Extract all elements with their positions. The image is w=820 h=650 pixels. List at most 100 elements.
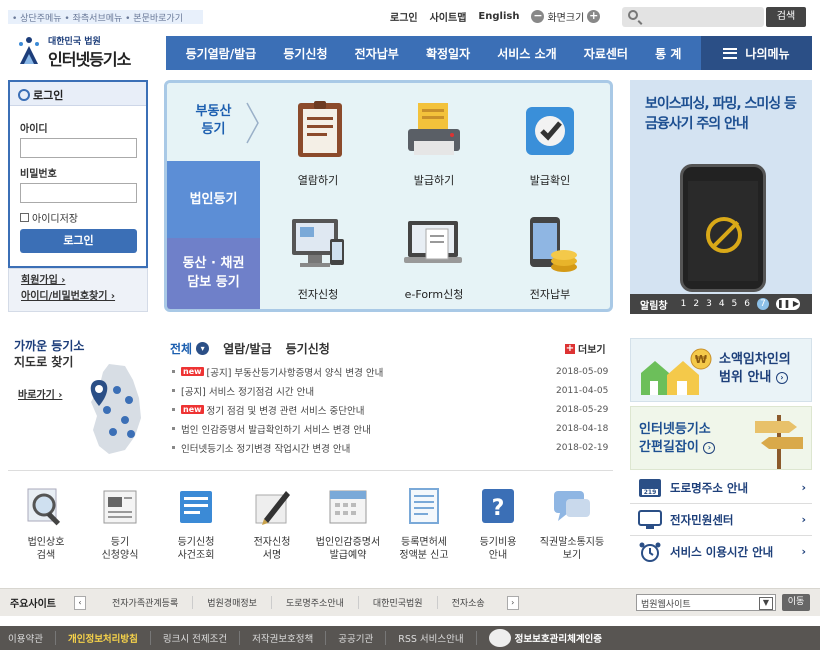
site-logo[interactable]: 대한민국 법원 인터넷등기소 [14,32,154,72]
quick-label-1: 등기비용 [479,537,517,548]
service-e-payment[interactable]: 전자납부 [495,213,605,302]
search-input[interactable] [622,7,764,27]
nav-item-statistics[interactable]: 통 계 [655,45,681,62]
notice-title[interactable]: [공지] 부동산등기사항증명서 양식 변경 안내 [207,365,556,379]
font-decrease-button[interactable]: − [531,10,545,23]
e-civil-center-label: 전자민원센터 [670,512,734,527]
tab-notice-filing[interactable]: 등기신청 [286,340,330,357]
quick-guide-banner[interactable]: 인터넷등기소 간편길잡이 › [630,406,812,470]
site-link[interactable]: 전자소송 [438,596,499,609]
quick-cancellation-notice[interactable]: 직권말소통지등 보기 [536,485,608,562]
notice-item[interactable]: [공지] 서비스 정기점검 시간 안내 2011-04-05 [170,381,610,400]
nav-item-registration[interactable]: 등기신청 [283,45,327,62]
notice-title[interactable]: 법인 인감증명서 발급확인하기 서비스 변경 안내 [181,422,556,436]
service-hours-link[interactable]: 서비스 이용시간 안내 › [630,536,812,568]
court-sites-select[interactable]: 법원웹사이트 [636,594,776,611]
tab-movable-line2: 담보 등기 [187,275,240,290]
service-issue[interactable]: 발급하기 [379,99,489,188]
footer-privacy-link[interactable]: 개인정보처리방침 [68,631,151,645]
site-link[interactable]: 도로명주소안내 [272,596,359,609]
quick-label-2: 발급예약 [329,550,367,561]
notice-more-link[interactable]: + 더보기 [565,341,606,356]
notice-item[interactable]: new [공지] 부동산등기사항증명서 양식 변경 안내 2018-05-09 [170,362,610,381]
road-address-link[interactable]: 219 도로명주소 안내 › [630,472,812,504]
util-login-link[interactable]: 로그인 [390,9,418,24]
site-link[interactable]: 전자가족관계등록 [98,596,194,609]
service-e-filing[interactable]: 전자신청 [263,213,373,302]
find-account-link[interactable]: 아이디/비밀번호찾기 › [21,289,135,305]
quick-e-signature[interactable]: 전자신청 서명 [236,485,308,562]
footer-link-policy[interactable]: 링크시 전제조건 [163,631,241,645]
quick-license-tax[interactable]: 등록면허세 정액분 신고 [388,485,460,562]
banner-page-6[interactable]: 6 [744,299,750,309]
nav-item-payment[interactable]: 전자납부 [355,45,399,62]
nav-item-resources[interactable]: 자료센터 [584,45,628,62]
tab-notice-view[interactable]: 열람/발급 [223,340,272,357]
pw-label: 비밀번호 [20,169,57,180]
service-e-payment-label: 전자납부 [529,288,571,301]
banner-page-7[interactable]: 7 [757,298,770,310]
notice-title[interactable]: 인터넷등기소 정기변경 작업시간 변경 안내 [181,441,556,455]
my-menu-button[interactable]: 나의메뉴 [701,36,812,70]
util-english-link[interactable]: English [478,11,519,22]
join-link[interactable]: 회원가입 › [21,273,135,289]
site-link[interactable]: 법원경매정보 [193,596,272,609]
nav-item-service-intro[interactable]: 서비스 소개 [497,45,556,62]
fraud-alert-banner[interactable]: 보이스피싱, 파밍, 스미싱 등 금융사기 주의 안내 알림창 1 2 3 4 … [630,80,812,314]
service-eform[interactable]: e-Form신청 [379,213,489,302]
e-civil-center-link[interactable]: 전자민원센터 › [630,504,812,536]
save-id-checkbox[interactable]: 아이디저장 [20,210,78,225]
isms-logo-icon [488,629,511,647]
banner-page-3[interactable]: 3 [706,299,712,309]
login-button[interactable]: 로그인 [20,229,137,253]
notice-item[interactable]: 인터넷등기소 정기변경 작업시간 변경 안내 2018-02-19 [170,438,610,457]
sites-prev-button[interactable]: ‹ [74,595,86,610]
service-view-label: 열람하기 [297,174,339,187]
site-go-button[interactable]: 이동 [782,594,810,611]
banner-page-5[interactable]: 5 [732,299,738,309]
map-go-link[interactable]: 바로가기 › [18,386,62,401]
skip-links[interactable]: • 상단주메뉴 • 좌측서브메뉴 • 본문바로가기 [8,10,203,24]
notice-item[interactable]: 법인 인감증명서 발급확인하기 서비스 변경 안내 2018-04-18 [170,419,610,438]
prohibited-icon [706,217,742,253]
quick-forms[interactable]: 등기 신청양식 [84,485,156,562]
util-sitemap-link[interactable]: 사이트맵 [430,9,467,24]
checkbox-box[interactable] [20,213,29,222]
password-field[interactable] [20,183,137,203]
quick-case-lookup[interactable]: 등기신청 사건조회 [160,485,232,562]
notice-date: 2018-04-18 [556,423,609,434]
quick-fee-guide[interactable]: ? 등기비용 안내 [462,485,534,562]
banner-page-2[interactable]: 2 [693,299,699,309]
notice-date: 2018-02-19 [556,442,609,453]
footer-terms-link[interactable]: 이용약관 [8,631,56,645]
bullet [172,427,175,430]
quick-seal-reservation[interactable]: 법인인감증명서 발급예약 [312,485,384,562]
site-link[interactable]: 대한민국법원 [359,596,438,609]
footer-rss-link[interactable]: RSS 서비스안내 [398,631,477,645]
notice-title[interactable]: [공지] 서비스 정기점검 시간 안내 [181,384,556,398]
service-view[interactable]: 열람하기 [263,99,373,188]
banner-page-4[interactable]: 4 [719,299,725,309]
quick-label-1: 법인상호 [27,537,65,548]
nav-item-view-issue[interactable]: 등기열람/발급 [186,45,257,62]
notice-title[interactable]: 정기 점검 및 변경 관련 서비스 중단안내 [207,403,556,417]
smartphone-image [680,164,766,292]
banner-page-1[interactable]: 1 [681,299,687,309]
id-field[interactable] [20,138,137,158]
tab-corporate[interactable]: 법인등기 [167,161,260,238]
service-issue-check[interactable]: 발급확인 [495,99,605,188]
sites-next-button[interactable]: › [506,595,519,610]
tab-notice-all[interactable]: 전체 ▾ [170,340,210,357]
notice-item[interactable]: new 정기 점검 및 변경 관련 서비스 중단안내 2018-05-29 [170,400,610,419]
search-button[interactable]: 검색 [766,7,806,27]
pause-play-button[interactable]: ❚❚ ▶ [776,298,801,310]
quick-label-1: 등기신청 [177,537,215,548]
tab-movable-collateral[interactable]: 동산 · 채권 담보 등기 [167,238,260,309]
font-increase-button[interactable]: + [587,10,601,23]
quick-corp-name-search[interactable]: 법인상호 검색 [10,485,82,562]
footer-public-link[interactable]: 공공기관 [338,631,387,645]
quick-label-2: 정액분 신고 [399,550,449,561]
nav-item-fixed-date[interactable]: 확정일자 [426,45,470,62]
small-tenant-banner[interactable]: ₩ 소액임차인의 범위 안내 › [630,338,812,402]
footer-copyright-link[interactable]: 저작권보호정책 [252,631,327,645]
